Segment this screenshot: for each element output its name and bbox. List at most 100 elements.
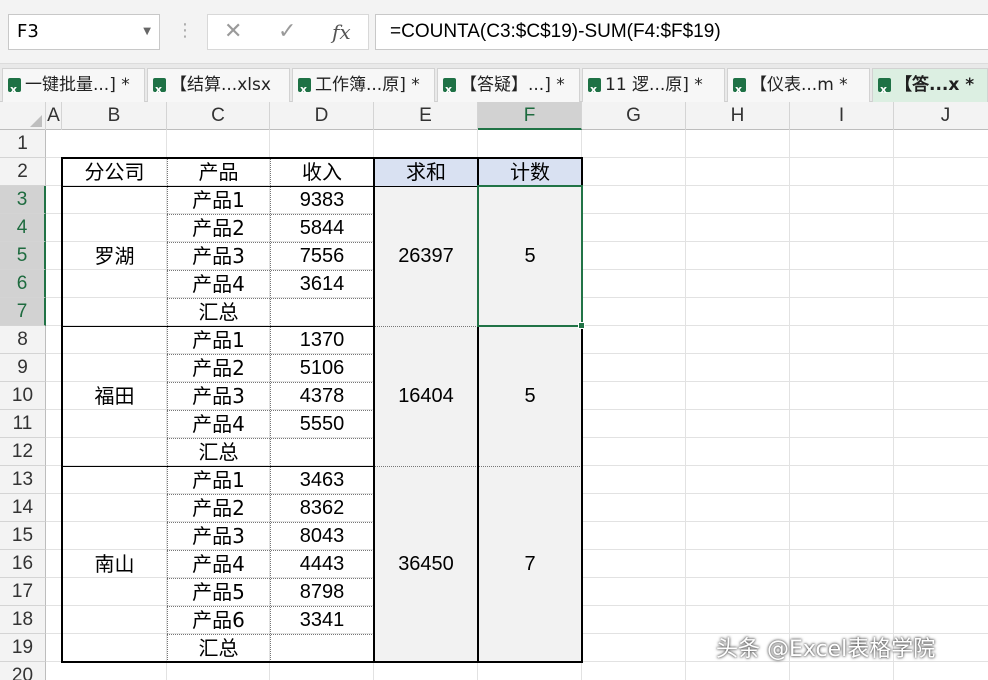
branch-cell[interactable]: 福田 [62,326,167,466]
header-product[interactable]: 产品 [167,158,270,186]
workbook-tab[interactable]: 【答疑】...] * [437,68,580,102]
header-branch[interactable]: 分公司 [62,158,167,186]
column-header-a[interactable]: A [46,102,62,130]
branch-cell[interactable]: 南山 [62,466,167,662]
header-income[interactable]: 收入 [270,158,374,186]
income-cell[interactable]: 3463 [270,466,374,494]
workbook-tab-label: 【仪表...m * [750,75,848,95]
income-cell[interactable]: 3341 [270,606,374,634]
income-cell[interactable]: 4378 [270,382,374,410]
branch-cell[interactable]: 罗湖 [62,186,167,326]
income-cell[interactable]: 8362 [270,494,374,522]
cancel-icon[interactable]: ✕ [224,15,242,49]
workbook-tab[interactable]: 【结算...xlsx [147,68,290,102]
row-header-18[interactable]: 18 [0,606,46,634]
product-cell[interactable]: 产品4 [167,550,270,578]
row-header-5[interactable]: 5 [0,242,46,270]
workbook-tab-label: 【结算...xlsx [170,75,271,95]
income-cell[interactable] [270,438,374,466]
product-cell[interactable]: 产品4 [167,270,270,298]
header-sum[interactable]: 求和 [374,158,478,186]
row-header-7[interactable]: 7 [0,298,46,326]
row-header-11[interactable]: 11 [0,410,46,438]
product-cell[interactable]: 产品1 [167,326,270,354]
worksheet-grid[interactable]: ABCDEFGHIJ 1 2 3 4 5 6 7 8 9 10 11 12 13 14 15 16 17 18 19… [0,102,988,680]
column-header-e[interactable]: E [374,102,478,130]
column-header-g[interactable]: G [582,102,686,130]
workbook-tab[interactable]: 工作簿...原] * [292,68,435,102]
row-header-13[interactable]: 13 [0,466,46,494]
column-header-d[interactable]: D [270,102,374,130]
product-cell[interactable]: 汇总 [167,438,270,466]
income-cell[interactable]: 4443 [270,550,374,578]
product-cell[interactable]: 产品3 [167,382,270,410]
product-cell[interactable]: 产品2 [167,494,270,522]
row-header-9[interactable]: 9 [0,354,46,382]
workbook-tab[interactable]: 11 逻...原] * [582,68,725,102]
column-header-j[interactable]: J [894,102,988,130]
column-header-c[interactable]: C [167,102,270,130]
row-header-12[interactable]: 12 [0,438,46,466]
insert-function-icon[interactable]: fx [332,15,351,49]
row-header-3[interactable]: 3 [0,186,46,214]
count-cell[interactable]: 7 [478,466,582,662]
row-header-1[interactable]: 1 [0,130,46,158]
column-header-i[interactable]: I [790,102,894,130]
select-all-button[interactable] [0,102,46,130]
product-cell[interactable]: 产品2 [167,354,270,382]
sum-cell[interactable]: 36450 [374,466,478,662]
workbook-tab-label: 一键批量...] * [25,75,130,95]
product-cell[interactable]: 产品4 [167,410,270,438]
header-count[interactable]: 计数 [478,158,582,186]
product-cell[interactable]: 产品3 [167,522,270,550]
income-cell[interactable]: 1370 [270,326,374,354]
formula-input[interactable]: =COUNTA(C3:$C$19)-SUM(F4:$F$19) [375,14,988,50]
column-header-b[interactable]: B [62,102,167,130]
sum-cell[interactable]: 26397 [374,186,478,326]
product-cell[interactable]: 产品3 [167,242,270,270]
column-header-f[interactable]: F [478,102,582,130]
name-box[interactable]: F3 ▼ [8,14,160,50]
workbook-tab[interactable]: 【仪表...m * [727,68,870,102]
income-cell[interactable]: 7556 [270,242,374,270]
row-header-4[interactable]: 4 [0,214,46,242]
income-cell[interactable]: 8798 [270,578,374,606]
row-header-8[interactable]: 8 [0,326,46,354]
row-header-10[interactable]: 10 [0,382,46,410]
row-header-2[interactable]: 2 [0,158,46,186]
product-cell[interactable]: 汇总 [167,634,270,662]
income-cell[interactable]: 5550 [270,410,374,438]
product-cell[interactable]: 汇总 [167,298,270,326]
count-cell[interactable]: 5 [478,326,582,466]
column-header-h[interactable]: H [686,102,790,130]
workbook-tab-label: 【答...x * [895,75,975,95]
product-cell[interactable]: 产品2 [167,214,270,242]
workbook-tab[interactable]: 一键批量...] * [2,68,145,102]
row-header-15[interactable]: 15 [0,522,46,550]
selected-range[interactable] [477,185,583,327]
income-cell[interactable]: 8043 [270,522,374,550]
income-cell[interactable]: 3614 [270,270,374,298]
income-cell[interactable] [270,298,374,326]
workbook-tab[interactable]: 【答...x * [872,68,988,102]
fill-handle[interactable] [578,322,585,329]
chevron-down-icon[interactable]: ▼ [143,15,151,49]
income-cell[interactable]: 5106 [270,354,374,382]
income-cell[interactable]: 9383 [270,186,374,214]
row-header-14[interactable]: 14 [0,494,46,522]
row-header-6[interactable]: 6 [0,270,46,298]
income-cell[interactable]: 5844 [270,214,374,242]
product-cell[interactable]: 产品6 [167,606,270,634]
product-cell[interactable]: 产品1 [167,466,270,494]
product-cell[interactable]: 产品5 [167,578,270,606]
table-border [62,186,374,187]
enter-icon[interactable]: ✓ [278,15,296,49]
income-cell[interactable] [270,634,374,662]
product-cell[interactable]: 产品1 [167,186,270,214]
row-header-16[interactable]: 16 [0,550,46,578]
sum-cell[interactable]: 16404 [374,326,478,466]
drag-grip-icon[interactable]: ⋮ [176,18,194,44]
row-header-19[interactable]: 19 [0,634,46,662]
row-header-20[interactable]: 20 [0,662,46,680]
row-header-17[interactable]: 17 [0,578,46,606]
